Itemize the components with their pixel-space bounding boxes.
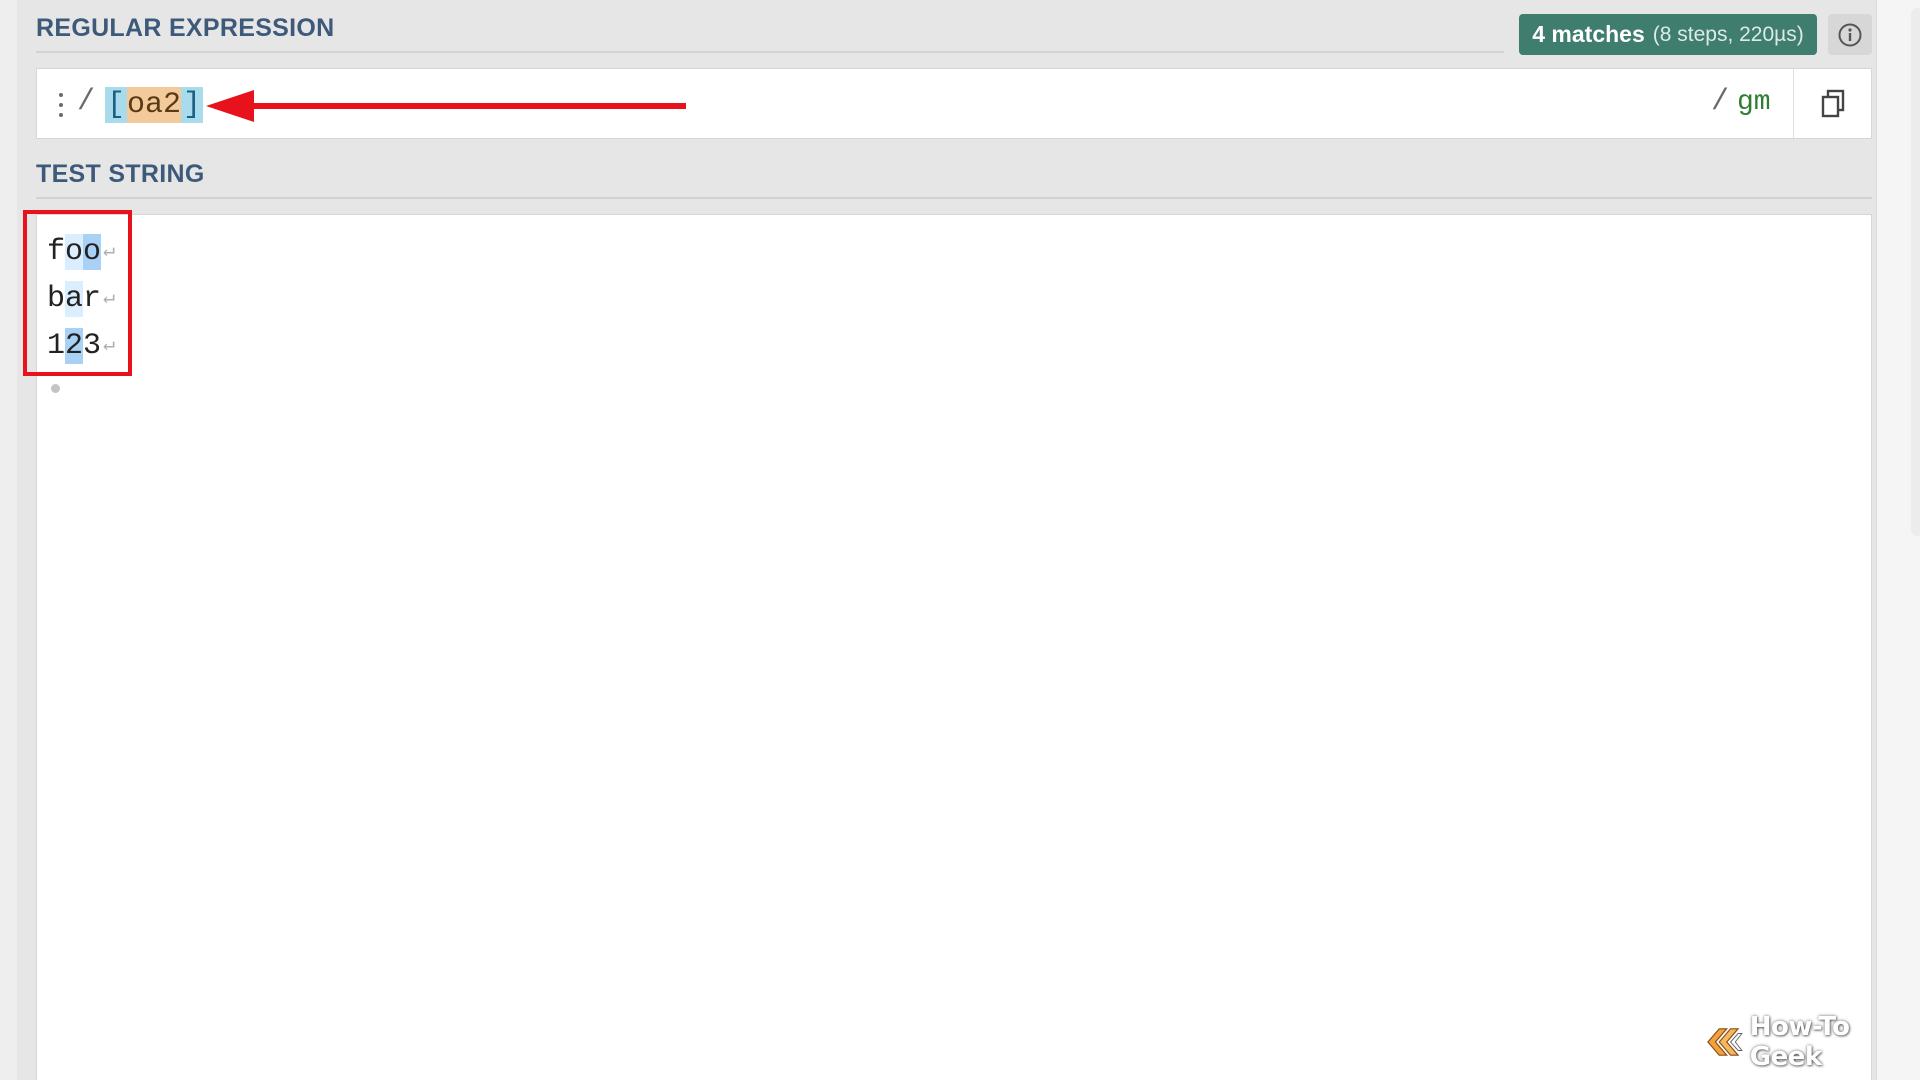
copy-button[interactable] (1794, 69, 1872, 138)
test-section-label: TEST STRING (36, 160, 205, 188)
match-info-badge[interactable]: 4 matches (8 steps, 220µs) (1519, 14, 1817, 55)
watermark-text: How-To Geek (1749, 1012, 1850, 1072)
scrollbar-track[interactable] (1911, 8, 1920, 536)
copy-icon (1821, 89, 1845, 117)
regex-section-label: REGULAR EXPRESSION (36, 14, 335, 42)
regex-pattern[interactable]: [ oa2 ] (105, 87, 204, 123)
right-scroll-gutter (1876, 0, 1920, 1080)
regex-section-divider (36, 51, 1504, 53)
pattern-open-bracket: [ (105, 87, 128, 123)
test-string-editor[interactable] (36, 214, 1872, 1080)
info-button[interactable] (1828, 14, 1872, 55)
close-delimiter: / (1711, 85, 1730, 119)
match-count: 4 matches (1532, 21, 1645, 47)
match-detail: (8 steps, 220µs) (1652, 22, 1804, 46)
pattern-close-bracket: ] (181, 87, 204, 123)
end-of-text-marker (51, 384, 60, 393)
how-to-geek-logo-icon (1707, 1028, 1743, 1056)
regex-flags[interactable]: gm (1737, 87, 1771, 118)
drag-handle-icon[interactable] (57, 93, 65, 117)
annotation-arrow-icon (206, 90, 686, 122)
info-circle-icon (1838, 23, 1862, 46)
watermark: How-To Geek (1706, 1012, 1920, 1072)
pattern-characters: oa2 (127, 87, 182, 123)
test-section-divider (36, 197, 1872, 199)
annotation-highlight-box (23, 210, 132, 376)
open-delimiter: / (77, 85, 96, 119)
left-gutter (0, 0, 17, 1080)
